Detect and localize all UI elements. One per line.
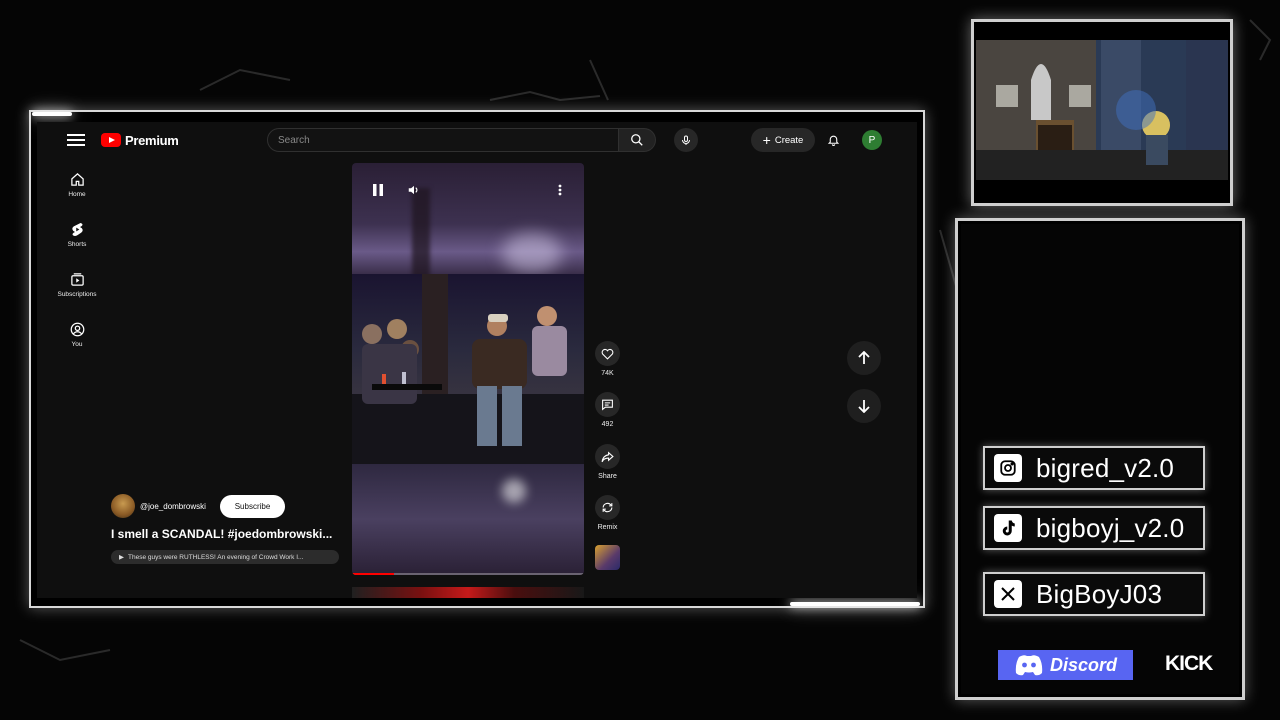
tiktok-handle: bigboyj_v2.0 [1036, 512, 1185, 543]
comment-icon [602, 399, 613, 411]
youtube-logo-icon [101, 133, 121, 147]
x-card[interactable]: BigBoyJ03 [983, 572, 1205, 616]
search-button[interactable] [619, 128, 656, 152]
discord-label: Discord [1049, 654, 1118, 675]
guide-label: You [71, 341, 83, 348]
like-button[interactable] [595, 341, 620, 366]
search-input[interactable] [267, 128, 619, 152]
guide-item-home[interactable]: Home [57, 172, 97, 198]
related-video-pill[interactable]: ▶ These guys were RUTHLESS! An evening o… [111, 550, 339, 564]
webcam-scene [976, 40, 1228, 180]
search-icon [631, 134, 643, 146]
like-action: 74K [595, 341, 620, 377]
discord-badge[interactable]: Discord [998, 650, 1133, 680]
share-icon [601, 450, 614, 462]
subscriptions-icon [70, 273, 84, 286]
previous-short-button[interactable] [847, 341, 881, 375]
video-blur-fill-bottom [352, 464, 584, 575]
share-label: Share [598, 473, 617, 480]
play-icon: ▶ [119, 554, 124, 561]
guide-item-you[interactable]: You [57, 322, 97, 348]
more-options-button[interactable] [552, 181, 568, 199]
home-icon [70, 173, 84, 186]
guide-item-subscriptions[interactable]: Subscriptions [57, 272, 97, 298]
guide-label: Subscriptions [57, 291, 97, 298]
you-icon [70, 322, 84, 337]
share-button[interactable] [595, 444, 620, 469]
voice-search-button[interactable] [674, 128, 698, 152]
logo-text: Premium [125, 132, 179, 148]
remix-icon [602, 502, 613, 513]
pause-button[interactable] [369, 181, 387, 199]
frame-glow-accent [790, 602, 920, 606]
like-count: 74K [601, 370, 614, 377]
guide-label: Home [68, 191, 86, 198]
youtube-premium-logo[interactable]: Premium [101, 132, 179, 148]
guide-label: Shorts [67, 241, 87, 248]
masthead: Premium + Create P [37, 122, 917, 158]
remix-action: Remix [595, 495, 620, 531]
audio-source-thumbnail[interactable] [595, 545, 620, 570]
tiktok-icon [994, 514, 1022, 542]
instagram-card[interactable]: bigred_v2.0 [983, 446, 1205, 490]
video-blur-fill-top [352, 163, 584, 274]
remix-button[interactable] [595, 495, 620, 520]
more-vertical-icon [558, 184, 562, 196]
x-logo-icon [994, 580, 1022, 608]
video-progress-bar[interactable] [352, 573, 584, 575]
related-video-title: These guys were RUTHLESS! An evening of … [128, 553, 304, 561]
menu-icon[interactable] [67, 132, 85, 148]
comments-button[interactable] [595, 392, 620, 417]
instagram-handle: bigred_v2.0 [1036, 452, 1175, 483]
subscribe-button[interactable]: Subscribe [220, 495, 285, 518]
video-progress-fill [352, 573, 394, 575]
kick-logo[interactable]: KICK [1165, 652, 1213, 676]
search-bar [267, 128, 656, 152]
webcam-feed [976, 40, 1228, 180]
x-handle: BigBoyJ03 [1036, 578, 1163, 609]
create-label: Create [774, 134, 804, 146]
video-frame [352, 274, 584, 464]
volume-button[interactable] [405, 181, 423, 199]
frame-glow-accent [32, 112, 72, 116]
instagram-icon [994, 454, 1022, 482]
remix-label: Remix [597, 524, 618, 531]
discord-icon [1015, 655, 1043, 676]
share-action: Share [595, 444, 620, 480]
plus-icon: + [762, 132, 771, 148]
comment-count: 492 [601, 421, 614, 428]
shorts-icon [71, 222, 83, 236]
youtube-page: Premium + Create P Home Shorts Subscript… [37, 122, 917, 598]
comment-action: 492 [595, 392, 620, 428]
next-short-preview[interactable] [352, 587, 584, 598]
heart-icon [601, 348, 614, 360]
guide-item-shorts[interactable]: Shorts [57, 222, 97, 248]
channel-avatar[interactable] [111, 494, 135, 518]
tiktok-card[interactable]: bigboyj_v2.0 [983, 506, 1205, 550]
bell-icon [827, 135, 839, 146]
microphone-icon [682, 135, 690, 145]
arrow-up-icon [858, 351, 870, 364]
channel-name[interactable]: @joe_dombrowski [140, 502, 206, 511]
create-button[interactable]: + Create [751, 128, 815, 152]
video-scene [352, 274, 584, 464]
pause-icon [373, 184, 383, 196]
arrow-down-icon [858, 400, 870, 413]
short-title[interactable]: I smell a SCANDAL! #joedombrowski... [111, 527, 332, 541]
account-avatar[interactable]: P [862, 130, 882, 150]
volume-icon [408, 185, 418, 195]
next-short-button[interactable] [847, 389, 881, 423]
notifications-button[interactable] [823, 130, 843, 150]
short-video-player[interactable] [352, 163, 584, 575]
